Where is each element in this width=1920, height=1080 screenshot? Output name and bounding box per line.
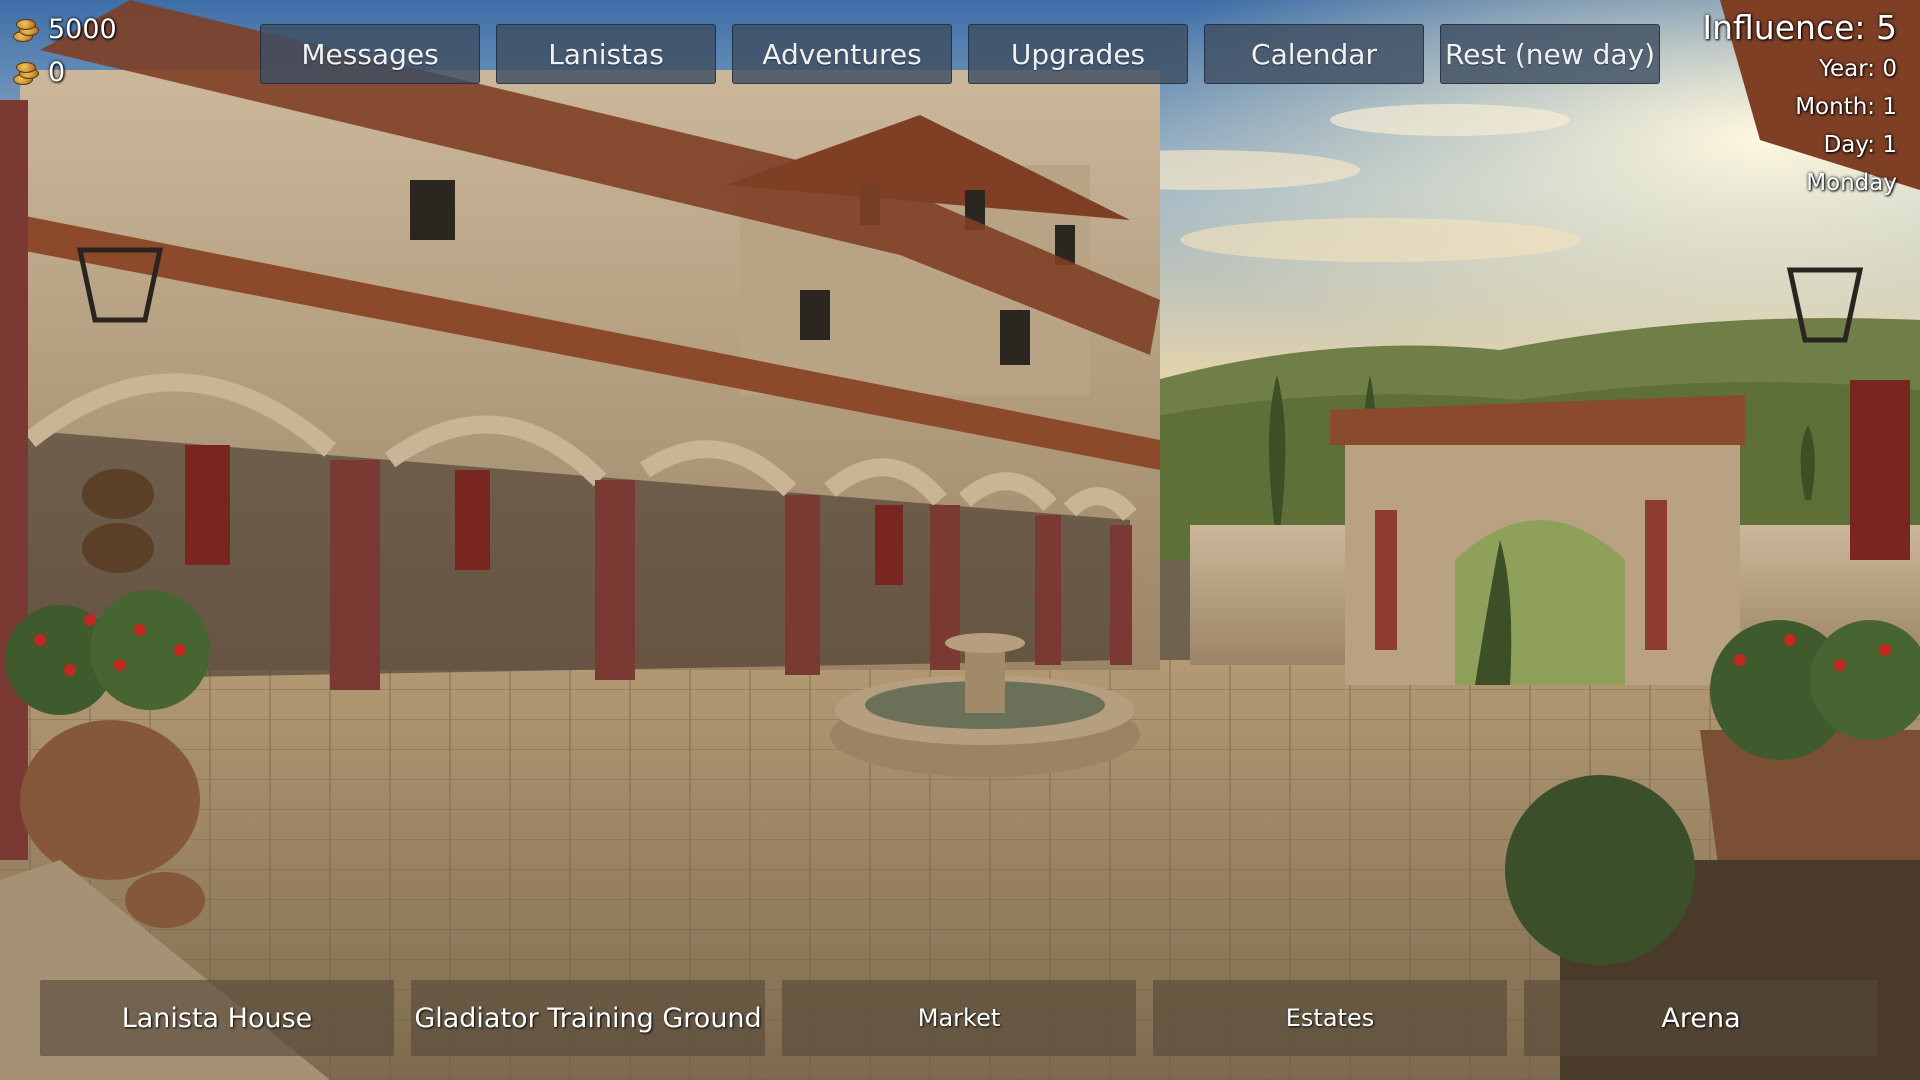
day-value: Day: 1: [1823, 132, 1897, 158]
villa-courtyard-background: [0, 0, 1920, 1080]
gold-amount: 5000: [48, 14, 117, 45]
market-button[interactable]: Market: [782, 980, 1136, 1056]
calendar-button[interactable]: Calendar: [1204, 24, 1424, 84]
lanista-house-button[interactable]: Lanista House: [40, 980, 394, 1056]
arena-button[interactable]: Arena: [1524, 980, 1878, 1056]
gold-counter: 5000: [10, 14, 117, 45]
upgrades-button[interactable]: Upgrades: [968, 24, 1188, 84]
secondary-counter: 0: [10, 57, 65, 88]
adventures-button[interactable]: Adventures: [732, 24, 952, 84]
status-panel: Influence: 5 Year: 0 Month: 1 Day: 1 Mon…: [1702, 6, 1897, 202]
top-nav: Messages Lanistas Adventures Upgrades Ca…: [260, 24, 1660, 84]
coin-stack-icon: [10, 17, 42, 43]
estates-button[interactable]: Estates: [1153, 980, 1507, 1056]
coin-stack-icon: [10, 60, 42, 86]
year-value: Year: 0: [1819, 56, 1897, 82]
lanistas-button[interactable]: Lanistas: [496, 24, 716, 84]
location-nav: Lanista House Gladiator Training Ground …: [40, 980, 1878, 1056]
influence-value: Influence: 5: [1702, 8, 1897, 47]
secondary-amount: 0: [48, 57, 66, 88]
gladiator-training-ground-button[interactable]: Gladiator Training Ground: [411, 980, 765, 1056]
weekday-value: Monday: [1806, 170, 1897, 196]
messages-button[interactable]: Messages: [260, 24, 480, 84]
rest-new-day-button[interactable]: Rest (new day): [1440, 24, 1660, 84]
month-value: Month: 1: [1795, 94, 1897, 120]
